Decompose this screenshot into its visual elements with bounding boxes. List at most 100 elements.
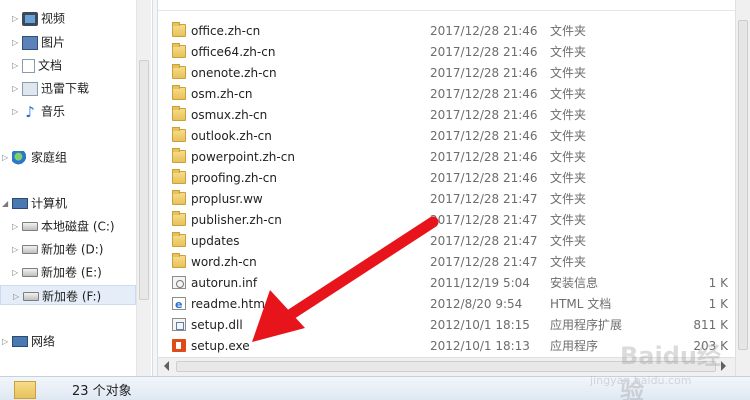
file-date: 2017/12/28 21:46 <box>430 171 538 185</box>
file-date: 2017/12/28 21:47 <box>430 234 538 248</box>
expand-arrow-icon[interactable]: ▷ <box>2 148 10 168</box>
file-row[interactable]: onenote.zh-cn 2017/12/28 21:46 文件夹 <box>158 63 735 84</box>
nav-item-drive-e[interactable]: ▷ 新加卷 (E:) <box>12 262 102 282</box>
file-name: publisher.zh-cn <box>191 213 282 227</box>
file-date: 2017/12/28 21:46 <box>430 150 538 164</box>
folder-icon <box>172 232 186 247</box>
file-row[interactable]: osm.zh-cn 2017/12/28 21:46 文件夹 <box>158 84 735 105</box>
expand-arrow-icon[interactable]: ▷ <box>12 33 20 53</box>
file-row[interactable]: proofing.zh-cn 2017/12/28 21:46 文件夹 <box>158 168 735 189</box>
file-type: 文件夹 <box>550 213 587 227</box>
file-type: 安装信息 <box>550 276 599 290</box>
vertical-scroll-thumb[interactable] <box>738 20 748 350</box>
file-type: 文件夹 <box>550 234 587 248</box>
expand-arrow-icon[interactable]: ▷ <box>12 263 20 283</box>
nav-scroll-thumb[interactable] <box>139 60 149 300</box>
file-name: outlook.zh-cn <box>191 129 272 143</box>
file-size: 1 K <box>708 276 728 290</box>
file-row[interactable]: updates 2017/12/28 21:47 文件夹 <box>158 231 735 252</box>
file-row[interactable]: proplusr.ww 2017/12/28 21:47 文件夹 <box>158 189 735 210</box>
expand-arrow-icon[interactable]: ▷ <box>12 9 20 29</box>
nav-item-documents[interactable]: ▷ 文档 <box>12 55 62 75</box>
watermark: Baidu经验 jingyan.baidu.com <box>590 330 740 400</box>
file-name: setup.exe <box>191 339 250 353</box>
file-date: 2017/12/28 21:46 <box>430 45 538 59</box>
explorer-window: ▷ 视频 ▷ 图片 ▷ 文档 ▷ 迅雷下载 ▷ ♪ 音乐 ▷ 家庭组 ◢ 计算机 ▷ 本地磁盘 (… <box>0 0 750 400</box>
expand-arrow-icon[interactable]: ▷ <box>13 287 21 307</box>
folder-icon <box>172 22 186 37</box>
file-row[interactable]: publisher.zh-cn 2017/12/28 21:47 文件夹 <box>158 210 735 231</box>
folder-icon <box>172 211 186 226</box>
nav-item-music[interactable]: ▷ ♪ 音乐 <box>12 101 65 121</box>
downloads-icon <box>22 81 38 96</box>
column-header-row <box>158 0 735 11</box>
file-name: office64.zh-cn <box>191 45 276 59</box>
expand-arrow-icon[interactable]: ▷ <box>12 217 20 237</box>
watermark-text: Baidu经验 <box>620 342 721 400</box>
file-date: 2017/12/28 21:47 <box>430 213 538 227</box>
nav-item-drive-c[interactable]: ▷ 本地磁盘 (C:) <box>12 216 115 236</box>
folder-icon <box>172 148 186 163</box>
homegroup-icon <box>12 150 28 165</box>
nav-item-computer[interactable]: ◢ 计算机 <box>2 193 67 213</box>
collapse-arrow-icon[interactable]: ◢ <box>2 194 10 214</box>
file-date: 2017/12/28 21:46 <box>430 24 538 38</box>
file-date: 2017/12/28 21:46 <box>430 66 538 80</box>
file-name: proplusr.ww <box>191 192 263 206</box>
pictures-library-icon <box>22 35 38 50</box>
folder-icon <box>172 127 186 142</box>
html-file-icon <box>172 294 186 315</box>
folder-icon <box>172 106 186 121</box>
music-library-icon: ♪ <box>25 102 35 121</box>
expand-arrow-icon[interactable]: ▷ <box>12 102 20 122</box>
video-library-icon <box>22 11 38 26</box>
documents-library-icon <box>22 58 35 73</box>
folder-icon <box>14 381 36 399</box>
drive-icon <box>23 292 39 301</box>
expand-arrow-icon[interactable]: ▷ <box>12 79 20 99</box>
file-row[interactable]: office64.zh-cn 2017/12/28 21:46 文件夹 <box>158 42 735 63</box>
file-type: 文件夹 <box>550 192 587 206</box>
network-icon <box>12 336 28 347</box>
file-row[interactable]: osmux.zh-cn 2017/12/28 21:46 文件夹 <box>158 105 735 126</box>
file-date: 2017/12/28 21:46 <box>430 129 538 143</box>
file-date: 2012/8/20 9:54 <box>430 297 523 311</box>
file-row[interactable]: autorun.inf 2011/12/19 5:04 安装信息 1 K <box>158 273 735 294</box>
file-name: word.zh-cn <box>191 255 257 269</box>
file-name: powerpoint.zh-cn <box>191 150 295 164</box>
nav-vertical-scrollbar[interactable] <box>136 0 151 376</box>
expand-arrow-icon[interactable]: ▷ <box>12 56 20 76</box>
nav-item-xunlei-downloads[interactable]: ▷ 迅雷下载 <box>12 78 89 98</box>
scroll-left-icon[interactable] <box>164 361 169 371</box>
folder-icon <box>172 253 186 268</box>
nav-item-homegroup[interactable]: ▷ 家庭组 <box>2 147 67 167</box>
file-row[interactable]: readme.htm 2012/8/20 9:54 HTML 文档 1 K <box>158 294 735 315</box>
file-name: office.zh-cn <box>191 24 261 38</box>
file-name: updates <box>191 234 240 248</box>
nav-item-network[interactable]: ▷ 网络 <box>2 331 55 351</box>
file-row[interactable]: office.zh-cn 2017/12/28 21:46 文件夹 <box>158 21 735 42</box>
dll-file-icon <box>172 318 186 331</box>
expand-arrow-icon[interactable]: ▷ <box>12 240 20 260</box>
item-count: 23 个对象 <box>72 384 132 399</box>
file-date: 2012/10/1 18:15 <box>430 318 530 332</box>
setup-info-file-icon <box>172 276 186 289</box>
file-row[interactable]: powerpoint.zh-cn 2017/12/28 21:46 文件夹 <box>158 147 735 168</box>
nav-item-videos[interactable]: ▷ 视频 <box>12 8 65 28</box>
folder-icon <box>172 85 186 100</box>
expand-arrow-icon[interactable]: ▷ <box>2 332 10 352</box>
nav-item-drive-f[interactable]: ▷ 新加卷 (F:) <box>0 285 136 305</box>
file-list: office.zh-cn 2017/12/28 21:46 文件夹 office… <box>158 0 735 357</box>
nav-item-drive-d[interactable]: ▷ 新加卷 (D:) <box>12 239 103 259</box>
file-row[interactable]: outlook.zh-cn 2017/12/28 21:46 文件夹 <box>158 126 735 147</box>
file-type: HTML 文档 <box>550 297 612 311</box>
file-date: 2017/12/28 21:47 <box>430 255 538 269</box>
file-type: 文件夹 <box>550 24 587 38</box>
file-size: 1 K <box>708 297 728 311</box>
file-type: 文件夹 <box>550 171 587 185</box>
watermark-url: jingyan.baidu.com <box>590 374 692 387</box>
file-list-vertical-scrollbar[interactable] <box>735 0 750 376</box>
file-row[interactable]: word.zh-cn 2017/12/28 21:47 文件夹 <box>158 252 735 273</box>
file-date: 2017/12/28 21:46 <box>430 87 538 101</box>
nav-item-pictures[interactable]: ▷ 图片 <box>12 32 65 52</box>
